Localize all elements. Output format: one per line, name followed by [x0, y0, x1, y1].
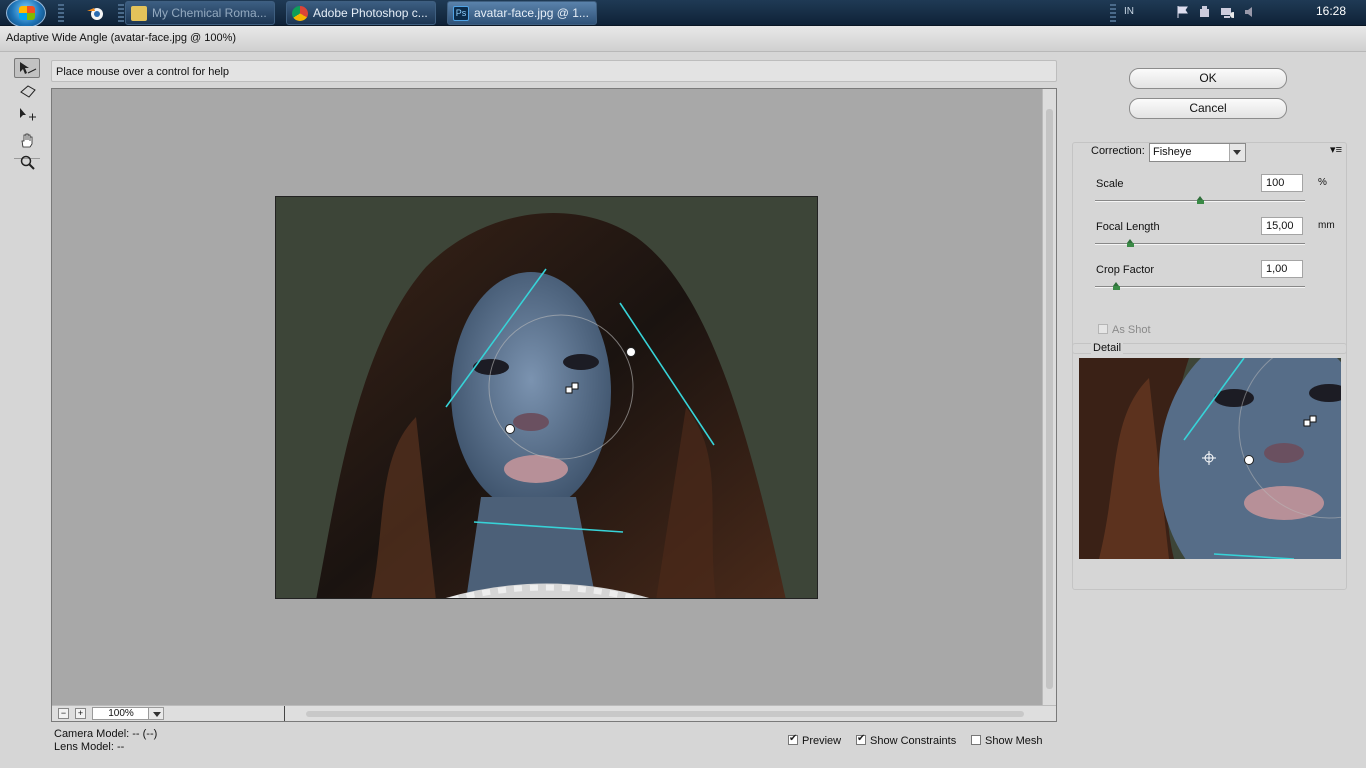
correction-value: Fisheye [1153, 146, 1192, 158]
taskbar-grip-icon [118, 4, 124, 22]
slider-thumb[interactable] [1127, 239, 1135, 247]
detail-preview [1079, 358, 1341, 559]
correction-label: Correction: [1089, 145, 1147, 157]
zoom-out-button[interactable]: − [58, 708, 69, 719]
show-mesh-checkbox[interactable]: Show Mesh [971, 735, 1042, 747]
scroll-thumb[interactable] [1046, 109, 1053, 689]
polygon-constraint-icon [20, 85, 36, 98]
flag-icon[interactable] [1176, 5, 1190, 19]
horizontal-scrollbar[interactable] [306, 711, 1024, 717]
blender-icon[interactable] [84, 2, 108, 24]
checkbox-checked-icon [788, 733, 798, 745]
help-bar: Place mouse over a control for help [51, 60, 1057, 82]
focal-length-label: Focal Length [1096, 221, 1160, 233]
panel-menu-icon[interactable]: ▾≡ [1330, 143, 1342, 156]
zoom-bar: − + 100% [52, 705, 1056, 721]
taskbar: My Chemical Roma... Adobe Photoshop c...… [0, 0, 1366, 28]
folder-icon [131, 6, 147, 21]
checkbox-label: Show Mesh [985, 735, 1043, 747]
hand-icon [21, 133, 33, 148]
polygon-constraint-tool[interactable] [14, 80, 40, 100]
move-tool[interactable] [14, 104, 40, 124]
zoom-in-button[interactable]: + [75, 708, 86, 719]
taskbar-window-chrome[interactable]: Adobe Photoshop c... [286, 1, 436, 25]
checkbox-checked-icon [856, 733, 866, 745]
ok-button[interactable]: OK [1129, 68, 1287, 89]
zoom-tool[interactable] [14, 152, 40, 172]
dialog-titlebar[interactable]: Adaptive Wide Angle (avatar-face.jpg @ 1… [0, 26, 1366, 52]
taskbar-grip-icon [58, 4, 64, 22]
constraint-tool[interactable] [14, 58, 40, 78]
as-shot-checkbox: As Shot [1098, 324, 1151, 336]
language-indicator[interactable]: IN [1124, 6, 1134, 17]
checkbox-disabled-icon [1098, 324, 1108, 334]
volume-icon[interactable] [1244, 5, 1258, 19]
preview-checkbox[interactable]: Preview [788, 733, 842, 747]
zoom-dropdown-icon[interactable] [148, 707, 164, 720]
scale-unit: % [1318, 177, 1327, 188]
correction-group: Correction: Fisheye ▾≡ Scale 100 % Focal… [1072, 142, 1347, 354]
windows-logo-icon [19, 6, 35, 20]
checkbox-label: Preview [802, 735, 842, 747]
power-icon[interactable] [1198, 5, 1212, 19]
focal-length-slider[interactable] [1095, 239, 1305, 247]
preview-image[interactable] [275, 196, 818, 599]
chevron-down-icon[interactable] [1229, 144, 1245, 161]
photoshop-icon: Ps [453, 6, 469, 21]
system-tray: IN 16:28 [1106, 0, 1366, 26]
dialog-title: Adaptive Wide Angle (avatar-face.jpg @ 1… [6, 32, 237, 44]
taskbar-window-label: avatar-face.jpg @ 1... [474, 6, 589, 20]
vertical-scrollbar[interactable] [1042, 89, 1056, 705]
focal-length-unit: mm [1318, 220, 1335, 231]
checkbox-label: Show Constraints [870, 735, 957, 747]
hand-tool[interactable] [14, 130, 40, 150]
crop-factor-label: Crop Factor [1096, 264, 1155, 276]
constraint-tool-icon [20, 62, 37, 74]
slider-thumb[interactable] [1112, 282, 1120, 290]
taskbar-window-photoshop[interactable]: Ps avatar-face.jpg @ 1... [447, 1, 597, 25]
detail-label: Detail [1091, 342, 1124, 354]
magnifier-icon [20, 155, 35, 170]
detail-zoomed-photo [1079, 358, 1341, 559]
taskbar-window-label: Adobe Photoshop c... [313, 6, 428, 20]
scale-input[interactable]: 100 [1261, 174, 1303, 192]
lens-model: Lens Model: -- [54, 741, 125, 753]
as-shot-label: As Shot [1112, 324, 1151, 336]
correction-select[interactable]: Fisheye [1149, 143, 1246, 162]
checkbox-unchecked-icon [971, 735, 981, 745]
detail-group: Detail [1072, 342, 1347, 590]
start-button[interactable] [6, 0, 46, 28]
taskbar-window-label: My Chemical Roma... [152, 6, 267, 20]
network-icon[interactable] [1220, 5, 1234, 19]
preview-canvas[interactable] [52, 89, 1042, 705]
slider-thumb[interactable] [1196, 196, 1204, 204]
show-constraints-checkbox[interactable]: Show Constraints [856, 733, 957, 747]
adaptive-wide-angle-dialog: Adaptive Wide Angle (avatar-face.jpg @ 1… [0, 26, 1366, 768]
crop-factor-input[interactable]: 1,00 [1261, 260, 1303, 278]
crop-factor-slider[interactable] [1095, 282, 1305, 290]
scale-slider[interactable] [1095, 196, 1305, 204]
taskbar-window-folder[interactable]: My Chemical Roma... [125, 1, 275, 25]
divider [284, 706, 285, 721]
clock[interactable]: 16:28 [1316, 4, 1346, 18]
chrome-icon [292, 6, 308, 21]
portrait-photo [276, 197, 817, 598]
camera-model: Camera Model: -- (--) [54, 728, 158, 740]
preview-area[interactable]: − + 100% [51, 88, 1057, 722]
zoom-level-field[interactable]: 100% [92, 707, 150, 720]
cancel-button[interactable]: Cancel [1129, 98, 1287, 119]
help-text: Place mouse over a control for help [56, 66, 230, 78]
scale-label: Scale [1096, 178, 1124, 190]
move-tool-icon [20, 108, 36, 121]
focal-length-input[interactable]: 15,00 [1261, 217, 1303, 235]
lens-info: Camera Model: -- (--) Lens Model: -- [54, 728, 157, 754]
taskbar-grip-icon [1110, 4, 1116, 22]
